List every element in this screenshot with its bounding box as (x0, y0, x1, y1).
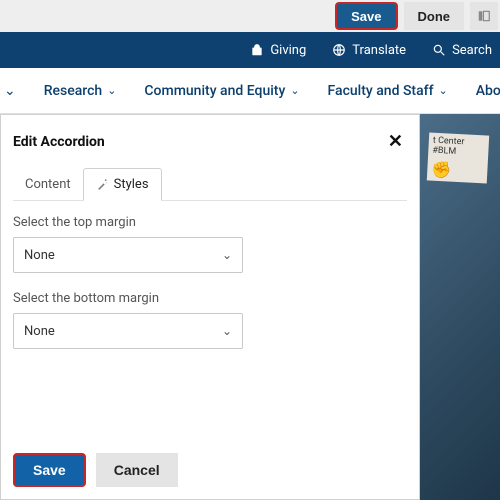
nav-label: Community and Equity (144, 83, 285, 99)
sign-text: #BLM (432, 147, 484, 160)
chevron-down-icon: ⌄ (107, 84, 116, 97)
raised-fist-icon: ✊ (431, 160, 484, 180)
save-button[interactable]: Save (335, 2, 397, 30)
tab-styles[interactable]: Styles (83, 168, 162, 201)
page-area: t Center #BLM ✊ Edit Accordion ✕ Content… (0, 114, 500, 500)
select-value: None (24, 324, 55, 339)
giving-label: Giving (270, 43, 306, 58)
tab-content[interactable]: Content (13, 168, 83, 200)
translate-label: Translate (352, 43, 406, 58)
nav-label: Faculty and Staff (328, 83, 434, 99)
giving-link[interactable]: Giving (250, 43, 306, 58)
search-icon (432, 43, 446, 57)
panel-toggle-icon[interactable] (470, 2, 498, 30)
chevron-down-icon: ⌄ (222, 324, 232, 338)
close-icon[interactable]: ✕ (388, 131, 403, 152)
translate-link[interactable]: Translate (332, 43, 406, 58)
chevron-down-icon: ⌄ (222, 248, 232, 262)
search-label: Search (452, 43, 492, 58)
chevron-down-icon: ⌄ (290, 84, 299, 97)
done-button[interactable]: Done (404, 2, 465, 30)
chevron-down-icon: ⌄ (439, 84, 448, 97)
editor-topbar: Save Done (0, 0, 500, 32)
nav-item-research[interactable]: Research ⌄ (44, 83, 117, 99)
utility-bar: Giving Translate Search (0, 32, 500, 68)
bottom-margin-label: Select the bottom margin (13, 291, 407, 306)
tab-label: Styles (114, 177, 149, 192)
nav-item-faculty[interactable]: Faculty and Staff ⌄ (328, 83, 448, 99)
giving-icon (250, 43, 264, 57)
main-nav: ⌄ Research ⌄ Community and Equity ⌄ Facu… (0, 68, 500, 114)
dialog-footer: Save Cancel (1, 441, 419, 499)
edit-accordion-dialog: Edit Accordion ✕ Content Styles Select t… (0, 114, 420, 500)
top-margin-label: Select the top margin (13, 215, 407, 230)
dialog-title: Edit Accordion (13, 134, 105, 150)
cancel-button[interactable]: Cancel (96, 453, 178, 487)
tab-label: Content (25, 177, 71, 192)
chevron-down-icon[interactable]: ⌄ (4, 83, 16, 99)
search-link[interactable]: Search (432, 43, 492, 58)
dialog-header: Edit Accordion ✕ (1, 115, 419, 160)
save-button[interactable]: Save (13, 453, 86, 487)
hero-image: t Center #BLM ✊ (420, 114, 500, 500)
nav-label: About (476, 83, 500, 99)
dialog-tabs: Content Styles (13, 168, 407, 201)
globe-icon (332, 43, 346, 57)
nav-label: Research (44, 83, 102, 99)
select-value: None (24, 248, 55, 263)
top-margin-select[interactable]: None ⌄ (13, 237, 243, 273)
nav-item-about[interactable]: About ⌄ (476, 83, 500, 99)
dialog-body: Select the top margin None ⌄ Select the … (1, 201, 419, 441)
protest-sign: t Center #BLM ✊ (427, 132, 489, 183)
wand-icon (96, 178, 109, 191)
nav-item-community[interactable]: Community and Equity ⌄ (144, 83, 299, 99)
bottom-margin-select[interactable]: None ⌄ (13, 313, 243, 349)
